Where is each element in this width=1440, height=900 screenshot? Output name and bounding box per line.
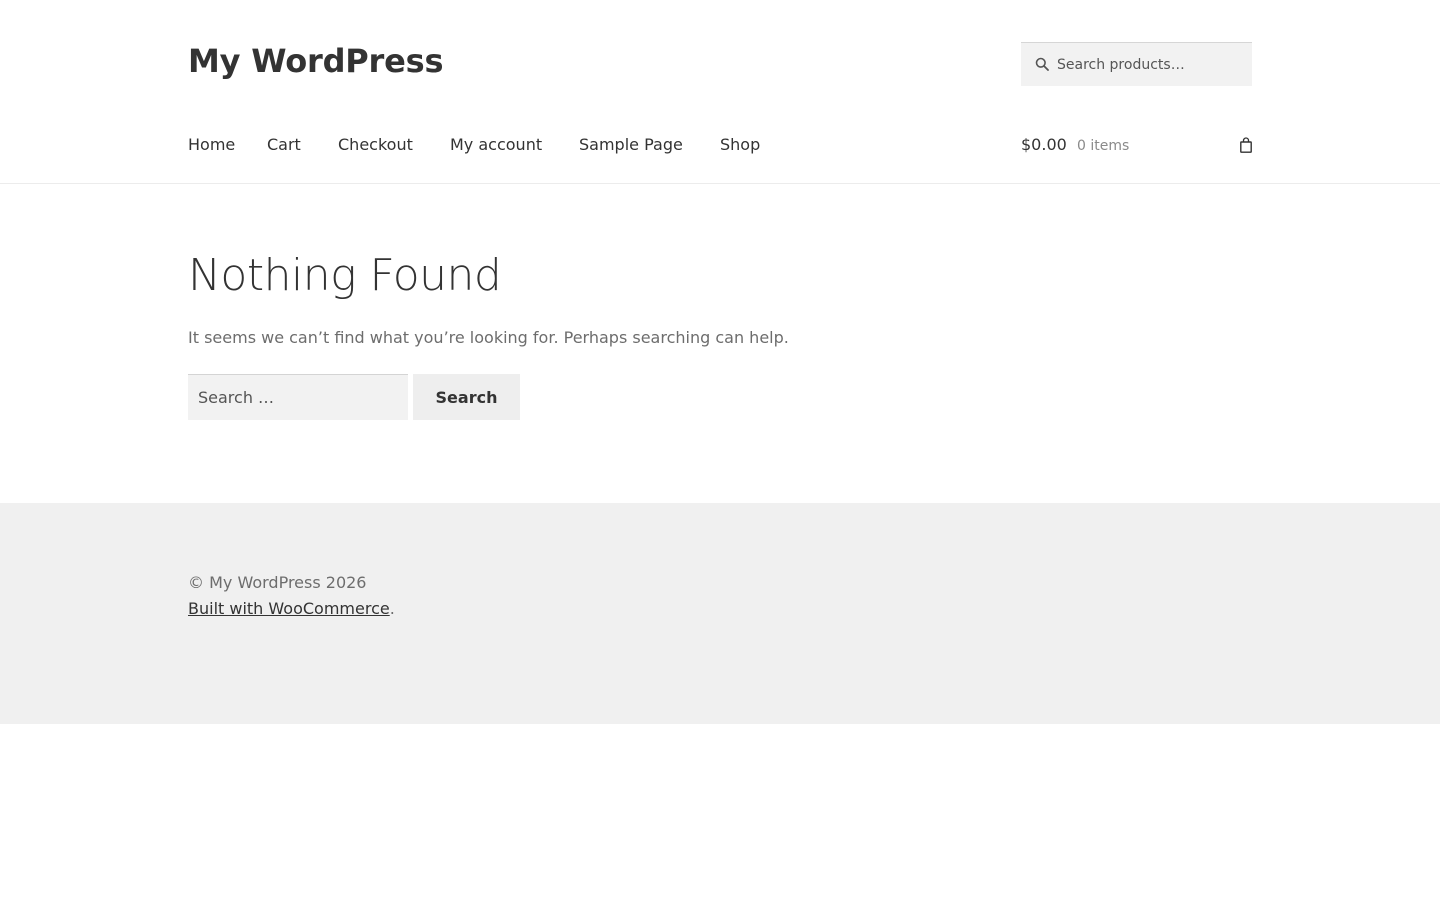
nav-item-my-account[interactable]: My account <box>450 132 542 158</box>
site-title[interactable]: My WordPress <box>188 40 444 82</box>
shopping-bag-icon[interactable] <box>1240 137 1252 153</box>
nav-item-sample-page[interactable]: Sample Page <box>579 132 683 158</box>
site-header: My WordPress Home Cart Checkout My accou… <box>0 0 1440 184</box>
header-cart-link[interactable]: $0.00 0 items <box>1021 132 1252 158</box>
nav-item-checkout[interactable]: Checkout <box>338 132 413 158</box>
nav-item-shop[interactable]: Shop <box>720 132 760 158</box>
nav-item-cart[interactable]: Cart <box>267 132 301 158</box>
footer-credit: Built with WooCommerce. <box>188 599 395 619</box>
search-icon[interactable] <box>1035 57 1049 71</box>
product-search-form <box>1021 42 1252 86</box>
no-results-message: It seems we can’t find what you’re looki… <box>188 328 789 347</box>
search-button[interactable]: Search <box>413 374 520 420</box>
product-search-input[interactable] <box>1053 43 1249 86</box>
woocommerce-credit-link[interactable]: Built with WooCommerce <box>188 599 390 618</box>
nav-item-home[interactable]: Home <box>188 132 235 158</box>
search-input[interactable] <box>188 374 408 420</box>
page-title: Nothing Found <box>188 250 502 301</box>
cart-item-count: 0 items <box>1077 138 1130 154</box>
cart-amount: $0.00 <box>1021 135 1067 154</box>
footer-credit-suffix: . <box>389 599 395 618</box>
footer-copyright: © My WordPress 2026 <box>188 573 367 592</box>
site-footer: © My WordPress 2026 Built with WooCommer… <box>0 503 1440 724</box>
